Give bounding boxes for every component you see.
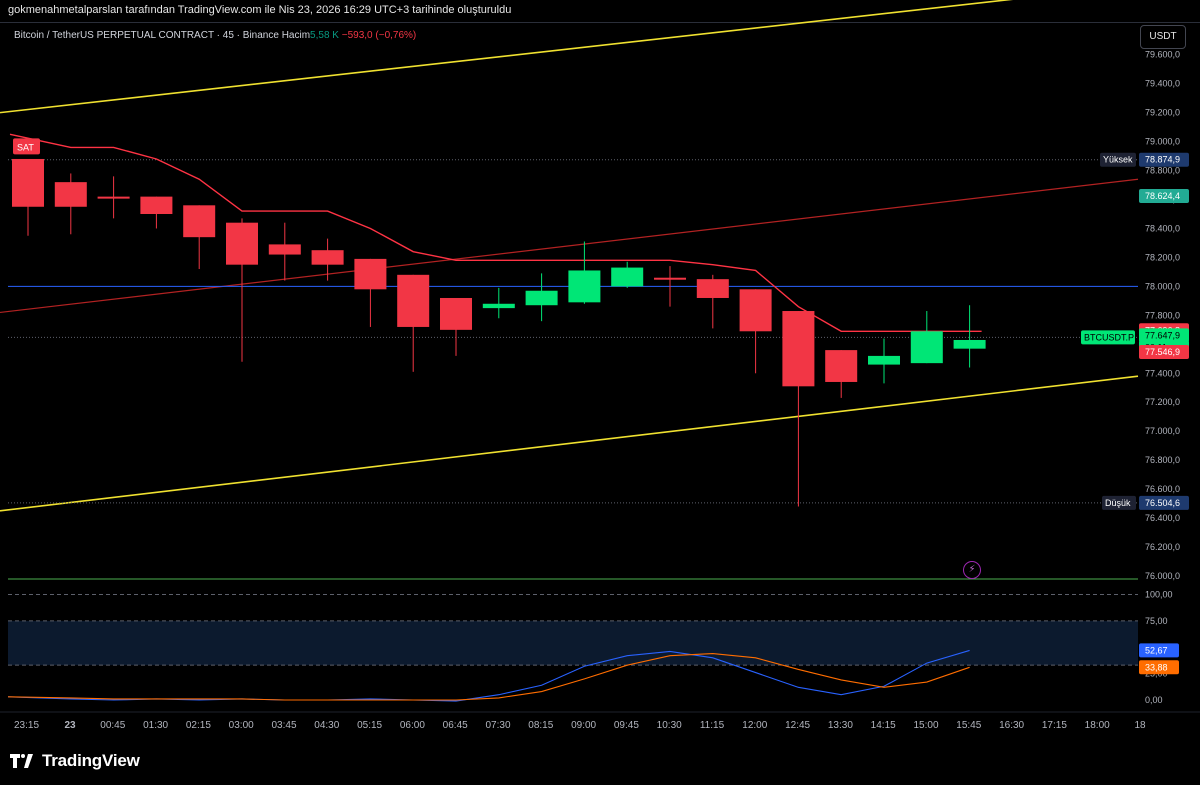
candle-body (54, 182, 87, 207)
candle-body (568, 270, 601, 303)
time-axis-tick: 14:15 (871, 720, 896, 731)
price-tag: 78.624,4 (1145, 191, 1180, 201)
candle-body (97, 196, 130, 199)
time-axis-tick: 23:15 (14, 720, 39, 731)
time-axis-tick: 16:30 (999, 720, 1024, 731)
legend-symbol: Bitcoin / TetherUS PERPETUAL CONTRACT · … (14, 30, 279, 41)
time-axis-tick: 04:30 (314, 720, 339, 731)
price-axis-tick: 78.000,0 (1145, 281, 1180, 291)
time-axis-tick: 15:45 (956, 720, 981, 731)
currency-button[interactable]: USDT (1140, 25, 1186, 49)
time-axis-tick: 17:15 (1042, 720, 1067, 731)
candle-body (868, 355, 900, 365)
oscillator-k-tag: 52,67 (1145, 645, 1168, 655)
low-value-tag: 76.504,6 (1145, 498, 1180, 508)
price-axis-tick: 78.200,0 (1145, 252, 1180, 262)
oscillator-axis-tick: 0,00 (1145, 695, 1163, 705)
time-axis-tick: 08:15 (528, 720, 553, 731)
low-label: Düşük (1105, 498, 1131, 508)
time-axis-tick: 03:45 (271, 720, 296, 731)
oscillator-axis-tick: 75,00 (1145, 616, 1168, 626)
chart-canvas[interactable]: 76.000,0 76.200,0 76.400,0 76.600,0 76.800,0… (0, 0, 1200, 745)
time-axis-tick: 00:45 (100, 720, 125, 731)
candle-body (482, 303, 515, 309)
high-value-tag: 78.874,9 (1145, 155, 1180, 165)
price-axis-tick: 76.600,0 (1145, 484, 1180, 494)
price-tag: 77.546,9 (1145, 347, 1180, 357)
signal-label: SAT (17, 142, 34, 152)
time-axis-tick: 15:00 (913, 720, 938, 731)
candle-body (654, 277, 686, 280)
oscillator-axis-tick: 100,00 (1145, 590, 1173, 600)
candle-body (12, 158, 44, 207)
time-axis-tick: 06:00 (400, 720, 425, 731)
time-axis-tick: 01:30 (143, 720, 168, 731)
price-axis-tick: 79.000,0 (1145, 137, 1180, 147)
price-axis-tick: 76.400,0 (1145, 513, 1180, 523)
time-axis-tick: 13:30 (828, 720, 853, 731)
candle-body (611, 267, 644, 287)
candle-body (140, 196, 173, 214)
time-axis-tick: 05:15 (357, 720, 382, 731)
candle-body (397, 274, 430, 327)
price-axis-tick: 79.600,0 (1145, 50, 1180, 60)
candle-body (696, 279, 729, 298)
candle-body (525, 290, 558, 306)
time-axis-tick: 18 (1134, 720, 1146, 731)
price-axis-tick: 77.800,0 (1145, 310, 1180, 320)
legend-volume-value: 5,58 K (310, 30, 339, 41)
price-axis-tick: 77.400,0 (1145, 368, 1180, 378)
time-axis-tick: 23 (64, 720, 76, 731)
symbol-legend[interactable]: Bitcoin / TetherUS PERPETUAL CONTRACT · … (14, 30, 416, 41)
legend-volume-label: Hacim (281, 30, 311, 41)
price-axis-tick: 79.400,0 (1145, 79, 1180, 89)
candle-body (910, 331, 943, 364)
time-axis-tick: 11:15 (700, 720, 725, 731)
price-axis-tick: 78.400,0 (1145, 223, 1180, 233)
legend-change: −593,0 (−0,76%) (341, 30, 417, 41)
supertrend-line (9, 133, 982, 332)
time-axis-tick: 12:45 (785, 720, 810, 731)
price-axis-tick: 77.000,0 (1145, 426, 1180, 436)
symbol-tag: BTCUSDT.P (1084, 332, 1134, 342)
time-axis-tick: 12:00 (742, 720, 767, 731)
tradingview-logo-icon (10, 754, 33, 768)
tradingview-brand: TradingView (42, 751, 140, 770)
candle-body (311, 250, 344, 265)
candle-body (825, 350, 858, 382)
candle-body (953, 339, 986, 349)
price-axis-tick: 76.200,0 (1145, 542, 1180, 552)
time-axis-tick: 03:00 (229, 720, 254, 731)
candle-body (739, 289, 772, 332)
candle-body (183, 205, 216, 238)
price-axis-tick: 78.800,0 (1145, 166, 1180, 176)
price-axis-tick: 77.200,0 (1145, 397, 1180, 407)
price-axis-tick: 76.800,0 (1145, 455, 1180, 465)
time-axis-tick: 09:00 (571, 720, 596, 731)
oscillator-d-tag: 33,88 (1145, 662, 1168, 672)
lightning-icon[interactable]: ⚡ (963, 561, 981, 579)
candle-body (268, 244, 301, 255)
price-axis-tick: 79.200,0 (1145, 108, 1180, 118)
candle-body (440, 297, 472, 330)
candle-body (354, 258, 387, 290)
time-axis-tick: 09:45 (614, 720, 639, 731)
oscillator-band (8, 620, 1138, 666)
high-label: Yüksek (1103, 155, 1133, 165)
price-tag: 77.647,9 (1145, 330, 1180, 340)
channel-lower-line (0, 375, 1139, 512)
time-axis-tick: 06:45 (443, 720, 468, 731)
time-axis-tick: 10:30 (657, 720, 682, 731)
price-axis-tick: 76.000,0 (1145, 571, 1180, 581)
candle-body (782, 311, 815, 387)
time-axis-tick: 18:00 (1085, 720, 1110, 731)
time-axis-tick: 02:15 (186, 720, 211, 731)
channel-upper-line (0, 0, 1014, 114)
tradingview-footer[interactable]: TradingView (10, 750, 140, 772)
candle-body (226, 222, 258, 265)
time-axis-tick: 07:30 (485, 720, 510, 731)
